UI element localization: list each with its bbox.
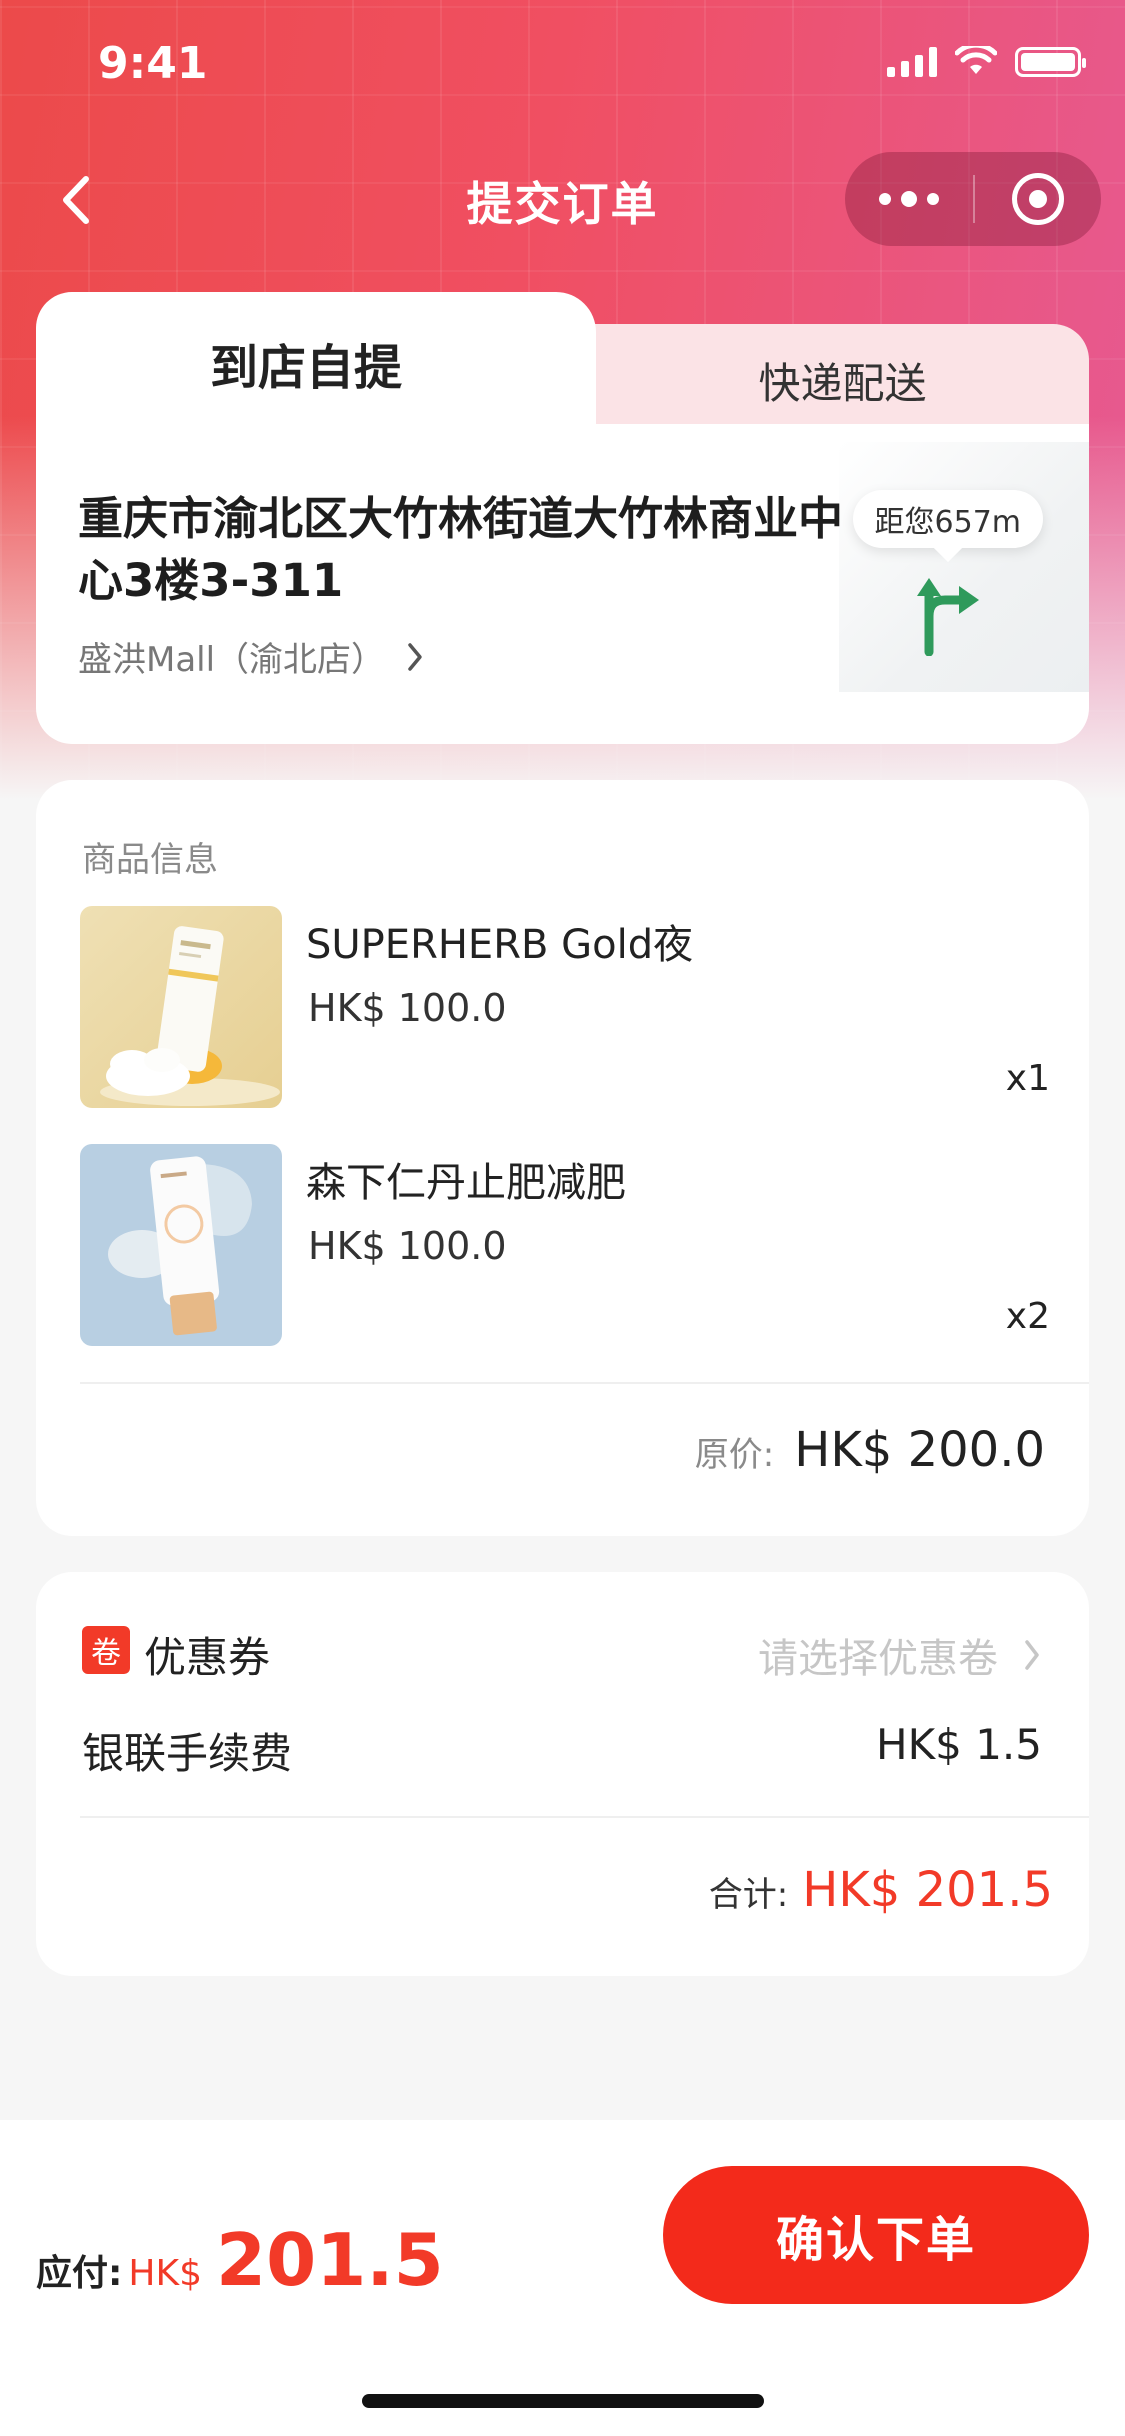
coupon-badge-icon: 卷: [82, 1626, 130, 1674]
navigation-bar: 提交订单: [0, 140, 1125, 260]
coupon-hint-text: 请选择优惠卷: [758, 1636, 998, 1682]
coupon-label: 优惠券: [144, 1633, 271, 1682]
products-divider: [80, 1382, 1089, 1384]
product-thumbnail: [80, 906, 282, 1108]
fee-row: 银联手续费 HK$ 1.5: [82, 1716, 1042, 1778]
product-name: 森下仁丹止肥减肥: [306, 1160, 626, 1206]
fee-label: 银联手续费: [82, 1729, 293, 1778]
confirm-order-button[interactable]: 确认下单: [663, 2166, 1089, 2304]
miniprogram-capsule: [845, 152, 1101, 246]
home-indicator: [362, 2394, 764, 2408]
pickup-address: 重庆市渝北区大竹林街道大竹林商业中心3楼3-311: [78, 492, 844, 607]
status-time: 9:41: [98, 38, 208, 89]
payable-label: 应付:: [36, 2253, 123, 2294]
tab-express[interactable]: 快递配送: [596, 350, 1089, 411]
battery-icon: [1015, 47, 1086, 77]
product-name: SUPERHERB Gold夜: [306, 922, 694, 968]
cellular-signal-icon: [887, 47, 937, 77]
more-dots-icon: [879, 193, 891, 205]
more-button[interactable]: [845, 152, 973, 246]
close-miniprogram-button[interactable]: [975, 152, 1101, 246]
chevron-right-icon: [408, 642, 422, 671]
fees-divider: [80, 1816, 1089, 1818]
store-selector[interactable]: 盛洪Mall（渝北店）: [78, 632, 425, 681]
products-card: 商品信息 SUPERHERB Gold夜 HK$ 100.0 x1 森下仁丹止肥…: [36, 780, 1089, 1536]
store-name: 盛洪Mall（渝北店）: [78, 640, 386, 680]
wifi-icon: [955, 46, 997, 74]
payable-currency: HK$: [128, 2253, 202, 2294]
target-close-icon: [1012, 173, 1064, 225]
fee-value: HK$ 1.5: [876, 1720, 1042, 1769]
original-price-value: HK$ 200.0: [794, 1422, 1045, 1478]
bottom-bar: 应付: HK$ 201.5 确认下单: [0, 2120, 1125, 2436]
payable-amount: 201.5: [216, 2218, 444, 2302]
product-item[interactable]: 森下仁丹止肥减肥 HK$ 100.0 x2: [80, 1144, 1050, 1346]
payable-amount-group: 应付: HK$ 201.5: [36, 2218, 444, 2302]
status-bar: 9:41: [0, 0, 1125, 130]
original-price-row: 原价: HK$ 200.0: [695, 1422, 1045, 1478]
delivery-card: 到店自提 快递配送 重庆市渝北区大竹林街道大竹林商业中心3楼3-311 盛洪Ma…: [36, 292, 1089, 744]
total-label: 合计:: [708, 1875, 789, 1915]
tab-pickup-label[interactable]: 到店自提: [36, 328, 576, 398]
status-icons: [887, 46, 1086, 78]
product-quantity: x1: [1005, 1058, 1050, 1099]
product-item[interactable]: SUPERHERB Gold夜 HK$ 100.0 x1: [80, 906, 1050, 1108]
product-price: HK$ 100.0: [308, 986, 507, 1030]
distance-badge: 距您657m: [852, 490, 1043, 548]
fees-card: 卷 优惠券 请选择优惠卷 银联手续费 HK$ 1.5 合计: HK$ 201.5: [36, 1572, 1089, 1976]
product-price: HK$ 100.0: [308, 1224, 507, 1268]
chevron-right-icon: [1025, 1640, 1039, 1670]
coupon-hint[interactable]: 请选择优惠卷: [758, 1626, 1042, 1684]
original-price-label: 原价:: [694, 1435, 775, 1475]
products-section-title: 商品信息: [82, 840, 218, 880]
product-thumbnail: [80, 1144, 282, 1346]
turn-right-arrow-icon[interactable]: [907, 576, 987, 656]
total-value: HK$ 201.5: [802, 1862, 1053, 1918]
product-quantity: x2: [1005, 1296, 1050, 1337]
coupon-selector[interactable]: 卷 优惠券 请选择优惠卷: [82, 1620, 1042, 1682]
total-row: 合计: HK$ 201.5: [709, 1862, 1053, 1918]
